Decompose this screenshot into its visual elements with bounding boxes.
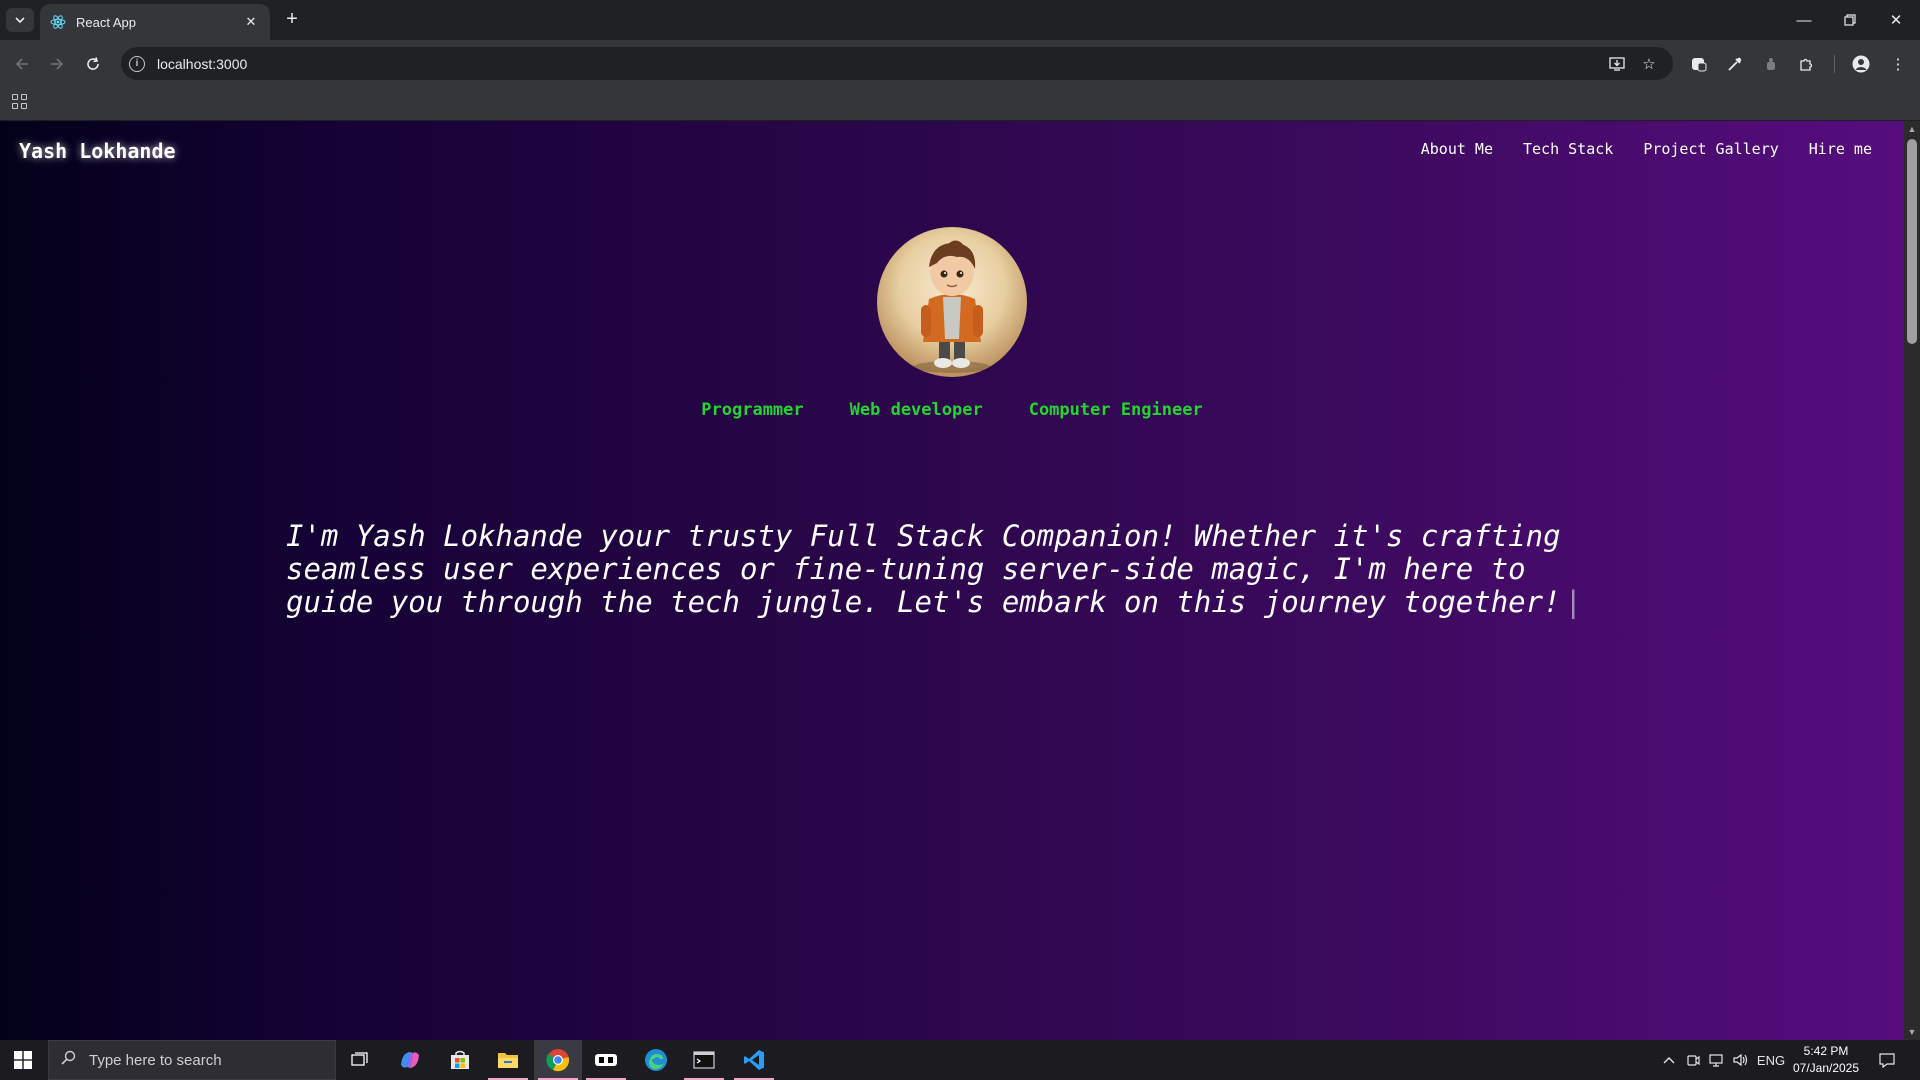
nav-about-me[interactable]: About Me <box>1421 140 1493 158</box>
device-meeting-icon[interactable] <box>1682 1040 1704 1080</box>
role-tags: Programmer Web developer Computer Engine… <box>0 400 1904 420</box>
copilot-icon[interactable] <box>386 1040 434 1080</box>
extension-dim-icon[interactable] <box>1757 50 1785 78</box>
microsoft-store-icon[interactable] <box>436 1040 484 1080</box>
address-bar[interactable]: i localhost:3000 <box>121 47 1673 80</box>
scrollbar-thumb[interactable] <box>1907 139 1917 344</box>
react-logo-icon <box>50 14 66 30</box>
bookmarks-bar <box>0 85 1920 121</box>
chevron-down-icon <box>15 17 25 24</box>
volume-icon[interactable] <box>1730 1040 1752 1080</box>
role-computer-engineer: Computer Engineer <box>1028 400 1203 420</box>
scroll-up-arrow-icon[interactable]: ▲ <box>1904 121 1920 137</box>
edge-browser-icon[interactable] <box>632 1040 680 1080</box>
file-explorer-icon[interactable] <box>484 1040 532 1080</box>
apps-grid-icon[interactable] <box>10 92 30 112</box>
role-web-developer: Web developer <box>849 400 983 420</box>
clock-date: 07/Jan/2025 <box>1792 1061 1860 1075</box>
tab-title: React App <box>76 14 136 30</box>
extensions-puzzle-icon[interactable] <box>1793 50 1821 78</box>
scroll-down-arrow-icon[interactable]: ▼ <box>1904 1024 1920 1040</box>
extension-puzzle-color-icon[interactable] <box>1685 50 1713 78</box>
task-view-icon[interactable] <box>336 1040 384 1080</box>
show-hidden-icons-chevron-up-icon[interactable] <box>1658 1040 1680 1080</box>
url-text: localhost:3000 <box>157 55 248 72</box>
bookmark-star-icon[interactable]: ☆ <box>1635 50 1663 78</box>
browser-menu-icon[interactable]: ⋮ <box>1884 50 1912 78</box>
close-tab-icon[interactable]: ✕ <box>242 14 260 30</box>
restore-icon[interactable] <box>1827 0 1873 40</box>
notifications-icon[interactable] <box>1872 1040 1902 1080</box>
clock-time: 5:42 PM <box>1803 1044 1849 1058</box>
intro-text: I'm Yash Lokhande your trusty Full Stack… <box>286 519 1561 619</box>
eyedropper-icon[interactable] <box>1721 50 1749 78</box>
toolbar-divider <box>1834 55 1835 73</box>
forward-arrow-icon[interactable] <box>43 50 71 78</box>
taskbar-clock[interactable]: 5:42 PM 07/Jan/2025 <box>1786 1043 1866 1077</box>
reload-icon[interactable] <box>79 50 107 78</box>
search-icon <box>61 1050 77 1070</box>
site-brand[interactable]: Yash Lokhande <box>19 139 176 163</box>
typing-cursor: | <box>1564 585 1583 619</box>
install-app-icon[interactable] <box>1603 50 1631 78</box>
site-info-icon[interactable]: i <box>129 55 145 72</box>
chrome-taskbar-icon[interactable] <box>534 1040 582 1080</box>
browser-tab-active[interactable]: React App ✕ <box>40 4 270 40</box>
new-tab-button[interactable]: + <box>280 8 304 32</box>
profile-avatar-icon[interactable] <box>1847 50 1875 78</box>
intro-paragraph: I'm Yash Lokhande your trusty Full Stack… <box>286 520 1626 619</box>
terminal-app-icon[interactable] <box>582 1040 630 1080</box>
back-arrow-icon[interactable] <box>8 50 36 78</box>
profile-avatar-image <box>877 227 1027 377</box>
nav-hire-me[interactable]: Hire me <box>1809 140 1872 158</box>
minimize-icon[interactable]: — <box>1781 0 1827 40</box>
language-indicator[interactable]: ENG <box>1756 1040 1786 1080</box>
nav-project-gallery[interactable]: Project Gallery <box>1643 140 1778 158</box>
page-viewport: Yash Lokhande About Me Tech Stack Projec… <box>0 121 1904 1040</box>
nav-tech-stack[interactable]: Tech Stack <box>1523 140 1613 158</box>
vscode-icon[interactable] <box>730 1040 778 1080</box>
taskbar-search-box[interactable]: Type here to search <box>48 1040 336 1080</box>
close-window-icon[interactable]: ✕ <box>1873 0 1919 40</box>
windows-start-icon[interactable] <box>0 1040 46 1080</box>
command-prompt-icon[interactable] <box>680 1040 728 1080</box>
network-icon[interactable] <box>1706 1040 1728 1080</box>
tab-search-button[interactable] <box>6 8 34 32</box>
role-programmer: Programmer <box>701 400 804 420</box>
site-nav: About Me Tech Stack Project Gallery Hire… <box>1421 140 1872 158</box>
search-placeholder: Type here to search <box>89 1051 222 1069</box>
